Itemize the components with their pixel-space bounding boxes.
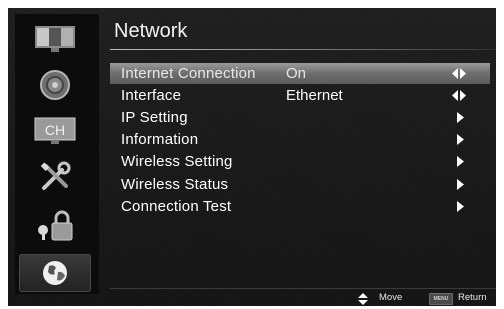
menu-item-label: Wireless Setting: [121, 153, 233, 170]
menu-item-information[interactable]: Information: [110, 129, 490, 150]
sound-icon: [40, 70, 70, 100]
tools-icon: [40, 161, 71, 190]
picture-icon: [35, 26, 75, 52]
menu-item-wireless-status[interactable]: Wireless Status: [110, 174, 490, 195]
menu-item-ip-setting[interactable]: IP Setting: [110, 107, 490, 128]
sidebar-item-setup[interactable]: [19, 158, 91, 196]
left-right-arrow-icon[interactable]: [452, 68, 466, 79]
sidebar-item-network[interactable]: [19, 254, 91, 292]
return-hint-label: Return: [458, 292, 487, 303]
menu-item-internet-connection[interactable]: Internet Connection On: [110, 63, 490, 84]
footer-divider: [110, 288, 496, 289]
menu-item-connection-test[interactable]: Connection Test: [110, 196, 490, 217]
right-arrow-icon: [457, 179, 464, 190]
sidebar-item-sound[interactable]: [19, 66, 91, 104]
channel-icon-text: CH: [45, 122, 65, 138]
menu-item-interface[interactable]: Interface Ethernet: [110, 85, 490, 106]
channel-icon: CH: [34, 117, 76, 144]
up-down-arrow-icon: [358, 293, 368, 305]
menu-item-label: Internet Connection: [121, 65, 256, 82]
menu-item-label: Wireless Status: [121, 176, 229, 193]
page-title: Network: [114, 20, 188, 42]
menu-item-wireless-setting[interactable]: Wireless Setting: [110, 151, 490, 172]
network-globe-icon: [43, 261, 67, 285]
menu-item-label: Connection Test: [121, 198, 232, 215]
menu-item-label: IP Setting: [121, 109, 188, 126]
title-divider: [110, 49, 496, 50]
tv-menu-screen: CH Network Internet Connection On Interf…: [8, 8, 496, 306]
lock-icon: [38, 210, 73, 241]
right-arrow-icon: [457, 156, 464, 167]
menu-item-value: On: [286, 65, 307, 82]
menu-item-label: Information: [121, 131, 199, 148]
right-arrow-icon: [457, 112, 464, 123]
right-arrow-icon: [457, 134, 464, 145]
move-hint-label: Move: [379, 292, 403, 303]
sidebar-item-channel[interactable]: CH: [19, 112, 91, 150]
sidebar-item-lock[interactable]: [19, 206, 91, 244]
menu-key-icon: MENU: [429, 293, 453, 305]
left-right-arrow-icon[interactable]: [452, 90, 466, 101]
right-arrow-icon: [457, 201, 464, 212]
sidebar-item-picture[interactable]: [19, 20, 91, 58]
menu-item-value: Ethernet: [286, 87, 343, 104]
sidebar: CH: [15, 14, 99, 294]
menu-item-label: Interface: [121, 87, 182, 104]
